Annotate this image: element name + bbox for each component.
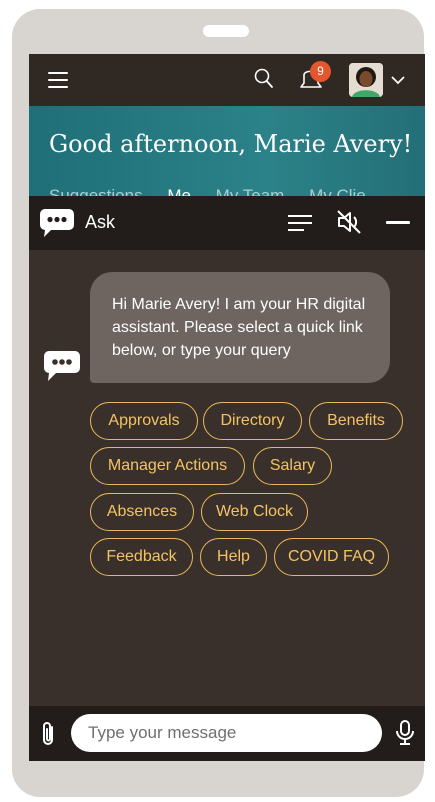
menu-icon[interactable] bbox=[287, 214, 313, 232]
chat-title: Ask bbox=[85, 212, 116, 232]
bot-message-bubble: Hi Marie Avery! I am your HR digital ass… bbox=[90, 272, 390, 383]
welcome-banner: Good afternoon, Marie Avery! Suggestions… bbox=[29, 106, 425, 198]
microphone-icon[interactable] bbox=[395, 719, 415, 747]
message-composer bbox=[29, 706, 425, 761]
quick-link-covid-faq[interactable]: COVID FAQ bbox=[274, 538, 389, 576]
quick-link-web-clock[interactable]: Web Clock bbox=[201, 493, 308, 531]
chevron-down-icon[interactable] bbox=[391, 75, 405, 85]
top-app-bar: 9 bbox=[29, 54, 425, 106]
quick-link-manager-actions[interactable]: Manager Actions bbox=[90, 447, 245, 485]
quick-link-help[interactable]: Help bbox=[200, 538, 267, 576]
hamburger-menu-icon[interactable] bbox=[48, 72, 68, 88]
quick-link-absences[interactable]: Absences bbox=[90, 493, 194, 531]
search-icon[interactable] bbox=[254, 68, 274, 90]
quick-link-feedback[interactable]: Feedback bbox=[90, 538, 193, 576]
greeting-heading: Good afternoon, Marie Avery! bbox=[49, 130, 413, 158]
quick-link-benefits[interactable]: Benefits bbox=[309, 402, 403, 440]
message-input[interactable] bbox=[71, 714, 382, 752]
chat-header: Ask bbox=[29, 196, 425, 250]
chat-logo-icon bbox=[40, 209, 74, 237]
minimize-icon[interactable] bbox=[386, 221, 410, 224]
app-screen: 9 Good afternoon, Marie Avery! Suggestio… bbox=[29, 54, 425, 761]
user-avatar[interactable] bbox=[349, 63, 383, 97]
phone-speaker bbox=[203, 25, 249, 37]
bot-avatar-icon bbox=[44, 351, 80, 381]
paperclip-icon[interactable] bbox=[38, 720, 58, 748]
quick-link-directory[interactable]: Directory bbox=[203, 402, 302, 440]
speaker-muted-icon[interactable] bbox=[335, 208, 363, 236]
quick-link-approvals[interactable]: Approvals bbox=[90, 402, 198, 440]
quick-link-salary[interactable]: Salary bbox=[253, 447, 332, 485]
notification-count-badge[interactable]: 9 bbox=[310, 61, 331, 82]
